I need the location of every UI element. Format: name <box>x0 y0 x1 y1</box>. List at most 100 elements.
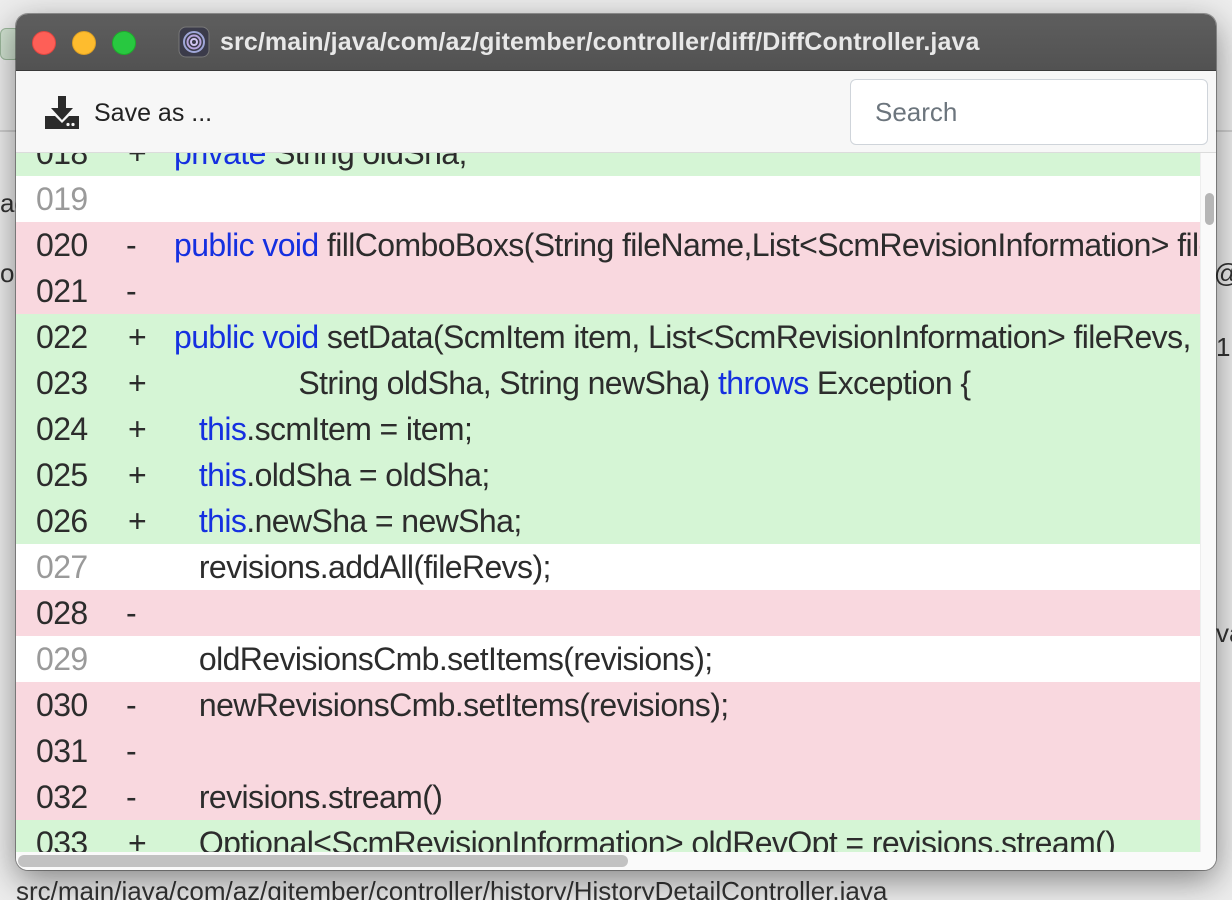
change-marker: + <box>128 364 147 401</box>
line-number: 019 <box>36 180 88 217</box>
code-keyword: public <box>174 318 255 355</box>
diff-line: 025 + this.oldSha = oldSha; <box>16 452 1200 498</box>
code-keyword: throws <box>717 364 809 401</box>
diff-line: 028 - <box>16 590 1200 636</box>
line-number: 023 <box>36 364 88 401</box>
diff-line: 023 + String oldSha, String newSha) throw… <box>16 360 1200 406</box>
change-marker: - <box>126 686 137 723</box>
diff-line: 019 <box>16 176 1200 222</box>
search-input[interactable] <box>850 79 1208 145</box>
line-number: 029 <box>36 640 88 677</box>
close-window-button[interactable] <box>32 31 56 55</box>
horizontal-scrollbar[interactable] <box>16 852 1216 870</box>
diff-line: 018+private String oldSha; <box>16 153 1200 176</box>
code-token: String oldSha, String newSha) <box>298 364 718 401</box>
code-text: this.newSha = newSha; <box>174 503 1200 540</box>
diff-line: 030 - newRevisionsCmb.setItems(revisions)… <box>16 682 1200 728</box>
code-keyword: this <box>198 502 247 539</box>
download-icon <box>45 96 79 129</box>
code-text: oldRevisionsCmb.setItems(revisions); <box>174 641 1200 678</box>
code-text: revisions.stream() <box>174 779 1200 816</box>
window-title: src/main/java/com/az/gitember/controller… <box>220 27 980 56</box>
diff-window: src/main/java/com/az/gitember/controller… <box>16 14 1216 870</box>
line-number: 032 <box>36 778 88 815</box>
line-number: 018 <box>16 153 122 172</box>
toolbar: Save as ... <box>16 71 1216 153</box>
code-text: this.oldSha = oldSha; <box>174 457 1200 494</box>
diff-line: 033 + Optional<ScmRevisionInformation> ol… <box>16 820 1200 852</box>
code-token: newRevisionsCmb.setItems(revisions); <box>198 686 729 723</box>
diff-line: 020 - public void fillComboBoxs(String fil… <box>16 222 1200 268</box>
save-as-label: Save as ... <box>94 98 213 127</box>
change-marker: - <box>126 272 137 309</box>
code-keyword: void <box>262 226 319 263</box>
code-token: .scmItem = item; <box>246 410 473 447</box>
line-number: 021 <box>36 272 88 309</box>
diff-line: 031 - <box>16 728 1200 774</box>
change-marker: + <box>128 410 147 447</box>
diff-view[interactable]: 018+private String oldSha;019020-public … <box>16 153 1200 852</box>
background-file-path: src/main/java/com/az/gitember/controller… <box>16 876 888 900</box>
minimize-window-button[interactable] <box>72 31 96 55</box>
code-token: .newSha = newSha; <box>246 502 522 539</box>
change-marker: + <box>128 502 147 539</box>
line-number: 024 <box>36 410 88 447</box>
line-number: 027 <box>36 548 88 585</box>
change-marker: + <box>128 318 147 355</box>
diff-line: 022 + public void setData(ScmItem item, Li… <box>16 314 1200 360</box>
change-marker: + <box>128 456 147 493</box>
code-text: public void setData(ScmItem item, List<S… <box>174 319 1200 356</box>
background-fragment: @ <box>1214 258 1232 289</box>
diff-line: 032 - revisions.stream() <box>16 774 1200 820</box>
change-marker: + <box>128 824 147 853</box>
app-icon <box>178 26 210 58</box>
diff-line: 024 + this.scmItem = item; <box>16 406 1200 452</box>
vertical-scroll-thumb[interactable] <box>1205 193 1214 225</box>
code-text: newRevisionsCmb.setItems(revisions); <box>174 687 1200 724</box>
line-number: 033 <box>36 824 88 853</box>
code-text: private String oldSha; <box>174 153 1200 172</box>
diff-line: 026 + this.newSha = newSha; <box>16 498 1200 544</box>
code-text: this.scmItem = item; <box>174 411 1200 448</box>
code-token: String oldSha; <box>266 153 467 171</box>
title-bar[interactable]: src/main/java/com/az/gitember/controller… <box>16 14 1216 71</box>
diff-line: 029 oldRevisionsCmb.setItems(revisions); <box>16 636 1200 682</box>
code-text: revisions.addAll(fileRevs); <box>174 549 1200 586</box>
change-marker: + <box>122 153 174 172</box>
code-token: revisions.addAll(fileRevs); <box>198 548 552 585</box>
code-keyword: this <box>198 456 247 493</box>
code-token: Optional<ScmRevisionInformation> oldRevO… <box>198 824 1116 853</box>
line-number: 022 <box>36 318 88 355</box>
zoom-window-button[interactable] <box>112 31 136 55</box>
save-as-button[interactable]: Save as ... <box>44 93 212 133</box>
background-fragment: va <box>1216 618 1232 648</box>
code-text: Optional<ScmRevisionInformation> oldRevO… <box>174 825 1200 853</box>
change-marker: - <box>126 226 137 263</box>
line-number: 026 <box>36 502 88 539</box>
diff-line: 021 - <box>16 268 1200 314</box>
line-number: 031 <box>36 732 88 769</box>
code-text: public void fillComboBoxs(String fileNam… <box>174 227 1200 264</box>
horizontal-scroll-thumb[interactable] <box>18 855 628 867</box>
code-keyword: this <box>198 410 247 447</box>
vertical-scrollbar[interactable] <box>1200 153 1216 852</box>
change-marker: - <box>126 778 137 815</box>
line-number: 025 <box>36 456 88 493</box>
diff-line: 027 revisions.addAll(fileRevs); <box>16 544 1200 590</box>
code-token: setData(ScmItem item, List<ScmRevisionIn… <box>318 318 1191 355</box>
code-text: String oldSha, String newSha) throws Exc… <box>174 365 1200 402</box>
code-token: oldRevisionsCmb.setItems(revisions); <box>198 640 713 677</box>
change-marker: - <box>126 594 137 631</box>
code-token: .oldSha = oldSha; <box>246 456 490 493</box>
code-token: Exception { <box>808 364 971 401</box>
code-keyword: public <box>174 226 255 263</box>
